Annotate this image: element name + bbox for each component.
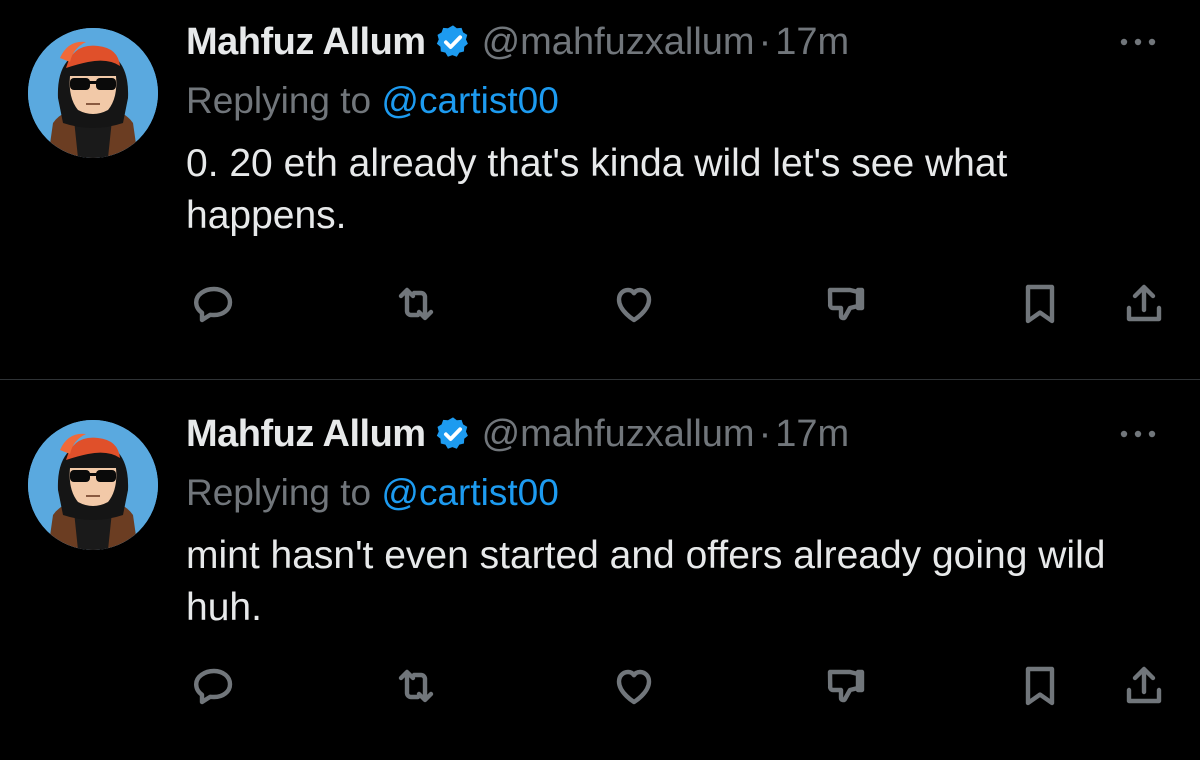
retweet-icon [398, 287, 434, 321]
author-name[interactable]: Mahfuz Allum [186, 21, 426, 64]
tweet-actions [186, 658, 1170, 718]
replying-prefix: Replying to [186, 80, 382, 121]
bookmark-button[interactable] [1012, 658, 1068, 714]
separator-dot: · [758, 20, 772, 63]
avatar-illustration [28, 420, 158, 550]
retweet-icon [398, 669, 434, 703]
author-handle[interactable]: @mahfuzxallum [482, 413, 755, 456]
reply-button[interactable] [186, 276, 242, 332]
like-icon [616, 287, 652, 323]
replying-to: Replying to @cartist00 [186, 78, 1160, 124]
replying-to: Replying to @cartist00 [186, 470, 1160, 516]
downvote-icon [827, 669, 865, 703]
verified-badge-icon [436, 25, 468, 57]
timestamp[interactable]: 17m [775, 21, 849, 64]
downvote-button[interactable] [818, 658, 874, 714]
reply-button[interactable] [186, 658, 242, 714]
reply-icon [194, 286, 233, 323]
tweet-text: mint hasn't even started and offers alre… [186, 534, 1106, 629]
bookmark-button[interactable] [1012, 276, 1068, 332]
retweet-button[interactable] [388, 658, 444, 714]
share-button[interactable] [1116, 658, 1172, 714]
tweet-text: 0. 20 eth already that's kinda wild let'… [186, 142, 1008, 237]
share-icon [1126, 666, 1162, 704]
tweet[interactable]: Mahfuz Allum @mahfuzxallum · 17m Replyin… [0, 0, 1200, 379]
tweet[interactable]: Mahfuz Allum @mahfuzxallum · 17m Replyin… [0, 379, 1200, 758]
avatar[interactable] [28, 420, 158, 550]
more-horizontal-icon[interactable] [1116, 32, 1160, 52]
mention-link[interactable]: @cartist00 [381, 472, 558, 513]
timestamp[interactable]: 17m [775, 413, 849, 456]
replying-prefix: Replying to [186, 472, 382, 513]
downvote-button[interactable] [818, 276, 874, 332]
reply-icon [194, 668, 233, 705]
downvote-icon [827, 287, 865, 321]
avatar[interactable] [28, 28, 158, 158]
author-handle[interactable]: @mahfuzxallum [482, 21, 755, 64]
more-horizontal-icon[interactable] [1116, 424, 1160, 444]
like-button[interactable] [606, 658, 662, 714]
share-button[interactable] [1116, 276, 1172, 332]
author-name[interactable]: Mahfuz Allum [186, 413, 426, 456]
bookmark-icon [1025, 666, 1055, 706]
mention-link[interactable]: @cartist00 [381, 80, 558, 121]
bookmark-icon [1025, 284, 1055, 324]
retweet-button[interactable] [388, 276, 444, 332]
like-button[interactable] [606, 276, 662, 332]
separator-dot: · [758, 412, 772, 455]
tweet-actions [186, 276, 1170, 336]
like-icon [616, 669, 652, 705]
share-icon [1126, 284, 1162, 322]
verified-badge-icon [436, 417, 468, 449]
avatar-illustration [28, 28, 158, 158]
